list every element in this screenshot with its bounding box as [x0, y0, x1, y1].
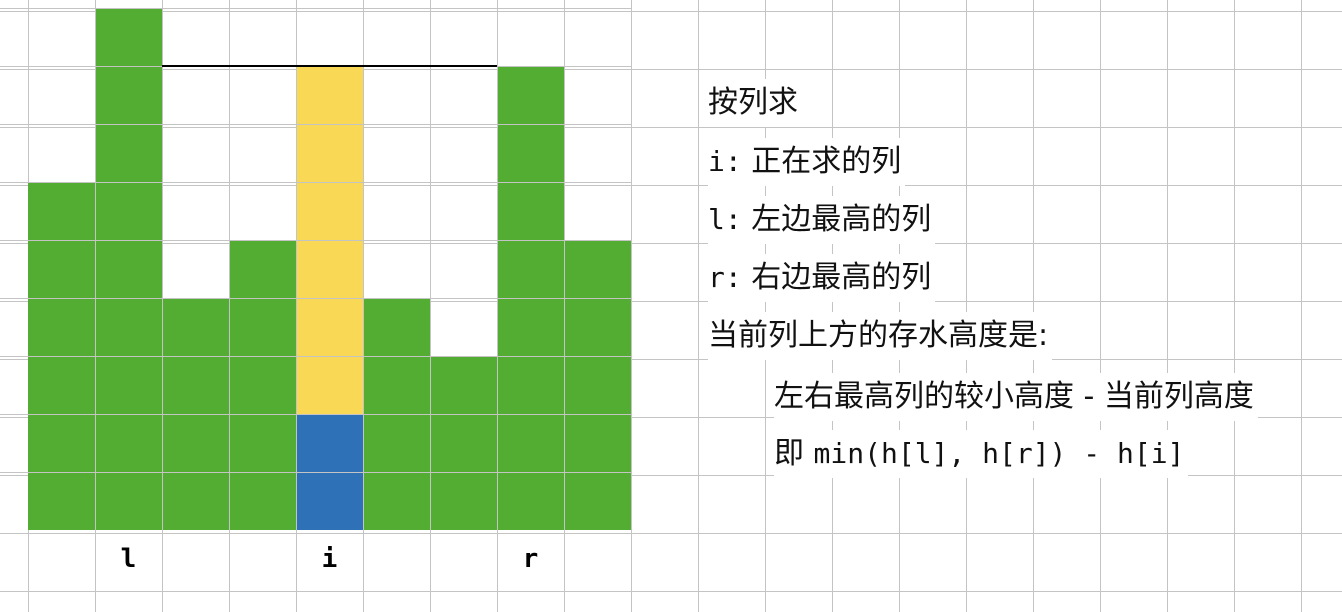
var-l: l:	[708, 203, 742, 236]
note-r-definition: r: 右边最高的列	[708, 254, 936, 302]
label-r: r	[522, 544, 539, 574]
column-bar-3	[229, 240, 296, 530]
note-i-definition: i: 正在求的列	[708, 138, 906, 186]
i-definition-text: 正在求的列	[751, 144, 902, 179]
trapping-rain-water-diagram	[0, 0, 631, 530]
label-l: l	[120, 544, 137, 574]
formula-code: min(h[l], h[r]) - h[i]	[813, 437, 1185, 470]
label-i: i	[321, 544, 338, 574]
note-description: 当前列上方的存水高度是:	[708, 312, 1053, 360]
note-formula-code: 即 min(h[l], h[r]) - h[i]	[774, 430, 1189, 478]
var-i: i:	[708, 145, 742, 178]
l-definition-text: 左边最高的列	[751, 202, 932, 237]
column-bar-1	[95, 8, 162, 530]
column-bar-8	[564, 240, 631, 530]
var-r: r:	[708, 261, 742, 294]
column-bar-6	[430, 356, 497, 530]
r-definition-text: 右边最高的列	[751, 260, 932, 295]
note-title: 按列求	[708, 79, 802, 127]
note-l-definition: l: 左边最高的列	[708, 196, 936, 244]
formula-prefix: 即	[774, 436, 804, 471]
note-formula-text: 左右最高列的较小高度 - 当前列高度	[774, 373, 1258, 421]
